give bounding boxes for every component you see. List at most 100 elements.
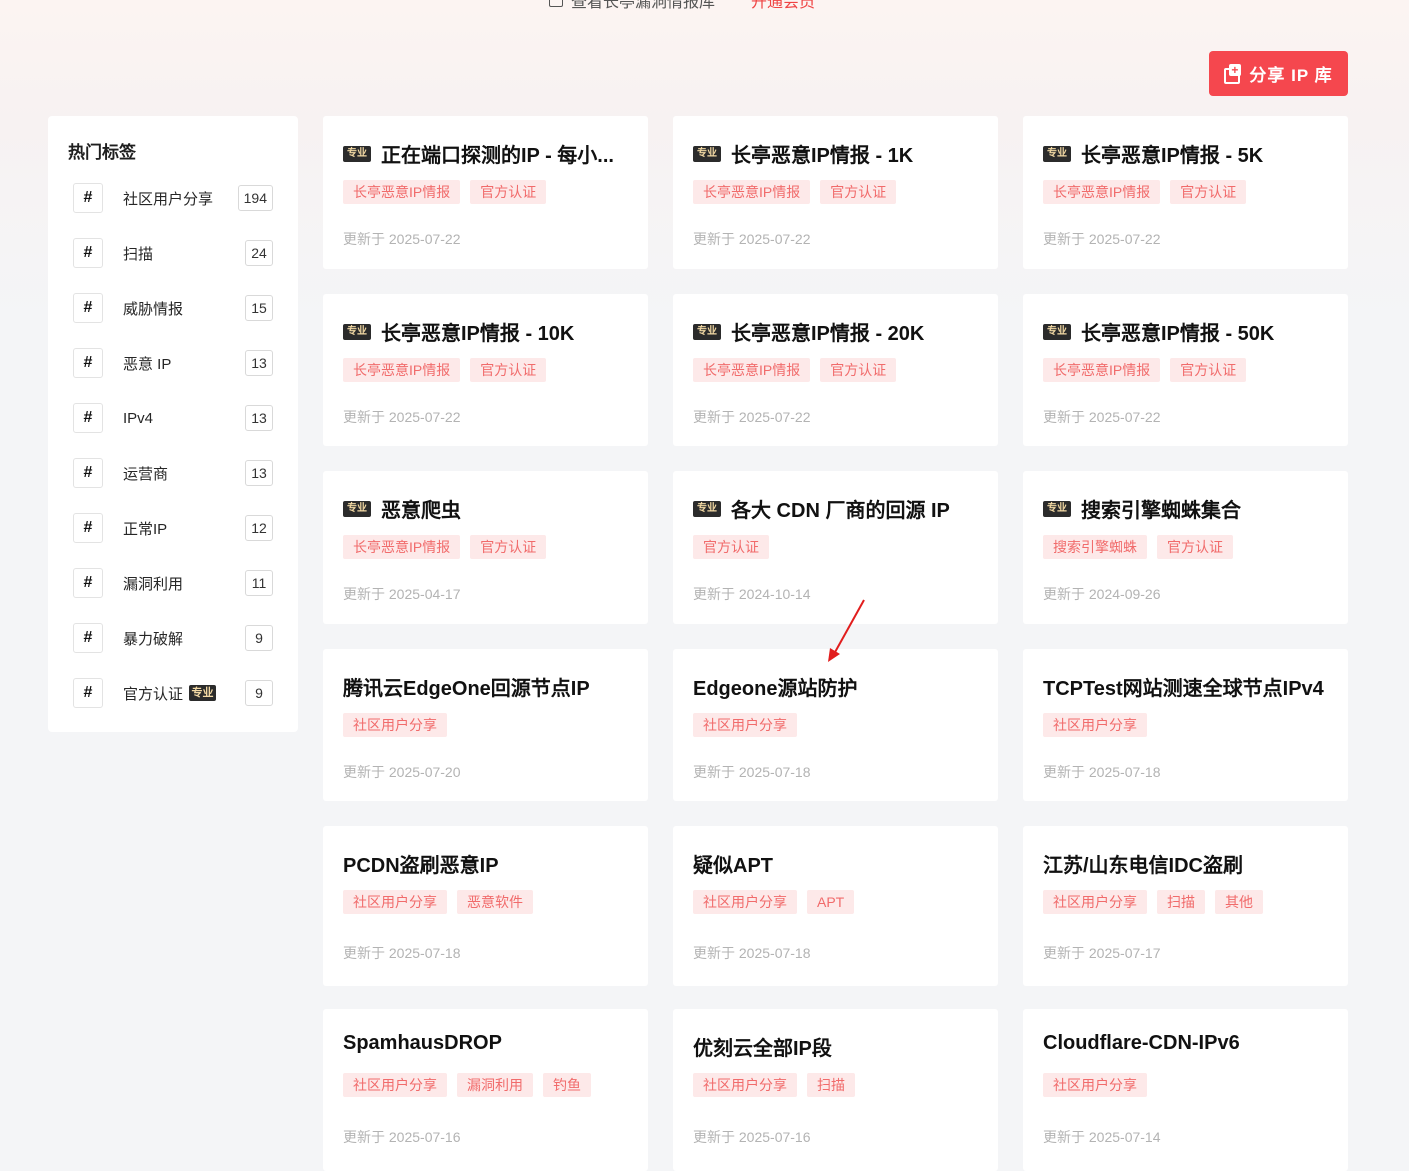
- card-tag[interactable]: 官方认证: [1170, 358, 1247, 382]
- card-title-text: Edgeone源站防护: [693, 678, 858, 700]
- card-tag[interactable]: 官方认证: [470, 180, 547, 204]
- card-title: TCPTest网站测速全球节点IPv4: [1043, 672, 1328, 701]
- ip-library-card[interactable]: PCDN盗刷恶意IP 社区用户分享 恶意软件 更新于 2025-07-18: [323, 826, 648, 986]
- vip-link[interactable]: 开通会员: [751, 0, 815, 12]
- card-tag[interactable]: 官方认证: [693, 535, 769, 559]
- card-tag[interactable]: 社区用户分享: [1043, 713, 1147, 737]
- card-tags: 社区用户分享 APT: [693, 890, 855, 914]
- ip-library-card[interactable]: 专业 长亭恶意IP情报 - 1K 长亭恶意IP情报 官方认证 更新于 2025-07-2…: [673, 116, 998, 269]
- ip-library-card[interactable]: Cloudflare-CDN-IPv6 社区用户分享 更新于 2025-07-14: [1023, 1009, 1348, 1171]
- card-tag[interactable]: 搜索引擎蜘蛛: [1043, 535, 1147, 559]
- card-title: PCDN盗刷恶意IP: [343, 849, 628, 878]
- card-tag[interactable]: 长亭恶意IP情报: [1043, 180, 1161, 204]
- ip-library-card[interactable]: 腾讯云EdgeOne回源节点IP 社区用户分享 更新于 2025-07-20: [323, 649, 648, 801]
- ip-library-card[interactable]: 专业 长亭恶意IP情报 - 20K 长亭恶意IP情报 官方认证 更新于 2025-07-…: [673, 294, 998, 446]
- card-updated-date: 更新于 2025-07-20: [343, 764, 461, 780]
- sidebar-tag-item[interactable]: # 社区用户分享 194: [73, 183, 273, 213]
- sidebar-tag-item[interactable]: # 威胁情报 15: [73, 293, 273, 323]
- card-tag[interactable]: 社区用户分享: [343, 890, 447, 914]
- sidebar-tag-item[interactable]: # 扫描 24: [73, 238, 273, 268]
- card-tag[interactable]: 长亭恶意IP情报: [343, 358, 461, 382]
- pro-badge: 专业: [189, 685, 217, 701]
- card-title: 疑似APT: [693, 849, 978, 878]
- card-title: 专业 正在端口探测的IP - 每小...: [343, 139, 628, 168]
- hash-icon: #: [73, 183, 103, 213]
- ip-library-card[interactable]: 专业 长亭恶意IP情报 - 10K 长亭恶意IP情报 官方认证 更新于 2025-07-…: [323, 294, 648, 446]
- card-tag[interactable]: 恶意软件: [457, 890, 533, 914]
- card-tag[interactable]: 社区用户分享: [343, 713, 447, 737]
- sidebar-tag-label: 正常IP: [123, 520, 168, 538]
- hash-icon: #: [73, 293, 103, 323]
- sidebar-tag-label-wrap: IPv4: [123, 410, 153, 427]
- card-title-text: 长亭恶意IP情报 - 50K: [1081, 323, 1275, 345]
- ip-library-card[interactable]: 专业 恶意爬虫长亭恶意IP情报 官方认证更新于 2025-04-17: [323, 471, 648, 624]
- card-tag[interactable]: 官方认证: [470, 358, 547, 382]
- ip-library-card[interactable]: 专业 搜索引擎蜘蛛集合 搜索引擎蜘蛛 官方认证 更新于 2024-09-26: [1023, 471, 1348, 624]
- card-tag[interactable]: 长亭恶意IP情报: [693, 180, 811, 204]
- card-tag[interactable]: 官方认证: [1157, 535, 1233, 559]
- sidebar-tag-item[interactable]: # 官方认证 专业 9: [73, 678, 273, 708]
- card-tag[interactable]: 长亭恶意IP情报: [343, 180, 461, 204]
- hash-icon: #: [73, 678, 103, 708]
- sidebar-tag-item[interactable]: # 恶意 IP 13: [73, 348, 273, 378]
- card-tag[interactable]: 其他: [1215, 890, 1263, 914]
- card-tag[interactable]: 长亭恶意IP情报: [343, 535, 461, 559]
- sidebar-tag-label: 官方认证: [123, 685, 184, 703]
- card-tag[interactable]: 扫描: [807, 1073, 855, 1097]
- ip-library-card[interactable]: 江苏/山东电信IDC盗刷 社区用户分享 扫描 其他 更新于 2025-07-17: [1023, 826, 1348, 986]
- sidebar-tag-item[interactable]: # 运营商 13: [73, 458, 273, 488]
- card-tags: 社区用户分享: [693, 713, 797, 737]
- ip-library-card[interactable]: TCPTest网站测速全球节点IPv4 社区用户分享 更新于 2025-07-18: [1023, 649, 1348, 801]
- card-tag[interactable]: 社区用户分享: [343, 1073, 447, 1097]
- sidebar-tag-count: 13: [245, 350, 273, 376]
- hash-icon: #: [73, 238, 103, 268]
- sidebar-tag-count: 194: [237, 185, 273, 211]
- sidebar-tag-item[interactable]: # 正常IP 12: [73, 513, 273, 543]
- card-tag[interactable]: 社区用户分享: [693, 1073, 797, 1097]
- card-title-text: 长亭恶意IP情报 - 5K: [1081, 145, 1264, 167]
- ip-library-card[interactable]: 疑似APT 社区用户分享 APT 更新于 2025-07-18: [673, 826, 998, 986]
- card-tags: 社区用户分享 扫描: [693, 1073, 855, 1097]
- card-tag[interactable]: 长亭恶意IP情报: [693, 358, 811, 382]
- pro-badge: 专业: [1043, 145, 1071, 162]
- sidebar-tag-item[interactable]: # 暴力破解 9: [73, 623, 273, 653]
- card-tag[interactable]: 社区用户分享: [693, 713, 797, 737]
- card-title: 专业 恶意爬虫: [343, 494, 628, 523]
- pro-badge: 专业: [693, 145, 721, 162]
- card-updated-date: 更新于 2025-07-22: [1043, 409, 1161, 425]
- card-tag[interactable]: 社区用户分享: [693, 890, 797, 914]
- ip-library-card[interactable]: 优刻云全部IP段 社区用户分享 扫描 更新于 2025-07-16: [673, 1009, 998, 1171]
- card-tag[interactable]: 扫描: [1157, 890, 1205, 914]
- ip-library-card[interactable]: 专业 长亭恶意IP情报 - 50K 长亭恶意IP情报 官方认证 更新于 2025-07-…: [1023, 294, 1348, 446]
- pro-badge: 专业: [693, 500, 721, 517]
- card-tag[interactable]: APT: [807, 890, 855, 914]
- share-ip-library-button[interactable]: 分享 IP 库: [1209, 51, 1348, 96]
- ip-library-card[interactable]: SpamhausDROP 社区用户分享 漏洞利用 钓鱼 更新于 2025-07-16: [323, 1009, 648, 1171]
- sidebar-tag-label: 暴力破解: [123, 630, 184, 648]
- hash-icon: #: [73, 403, 103, 433]
- sidebar-tag-item[interactable]: # IPv4 13: [73, 403, 273, 433]
- ip-library-card[interactable]: 专业 长亭恶意IP情报 - 5K 长亭恶意IP情报 官方认证更新于 2025-07-2…: [1023, 116, 1348, 269]
- hash-icon: #: [73, 348, 103, 378]
- card-tag[interactable]: 钓鱼: [543, 1073, 591, 1097]
- ip-library-card[interactable]: Edgeone源站防护 社区用户分享 更新于 2025-07-18: [673, 649, 998, 801]
- card-tag[interactable]: 社区用户分享: [1043, 1073, 1147, 1097]
- hash-icon: #: [73, 513, 103, 543]
- card-tags: 社区用户分享 漏洞利用 钓鱼: [343, 1073, 591, 1097]
- ip-library-card[interactable]: 专业 正在端口探测的IP - 每小... 长亭恶意IP情报 官方认证 更新于 2025-…: [323, 116, 648, 269]
- card-updated-date: 更新于 2025-07-22: [1043, 231, 1161, 247]
- card-tag[interactable]: 官方认证: [820, 180, 897, 204]
- card-updated-date: 更新于 2025-07-16: [343, 1129, 461, 1145]
- card-tag[interactable]: 官方认证: [470, 535, 547, 559]
- card-tag[interactable]: 官方认证: [1170, 180, 1247, 204]
- card-tag[interactable]: 官方认证: [820, 358, 897, 382]
- card-tag[interactable]: 漏洞利用: [457, 1073, 533, 1097]
- card-tag[interactable]: 长亭恶意IP情报: [1043, 358, 1161, 382]
- ip-library-card[interactable]: 专业 各大 CDN 厂商的回源 IP 官方认证 更新于 2024-10-14: [673, 471, 998, 624]
- vuln-db-link[interactable]: 查看长亭漏洞情报库: [549, 0, 715, 12]
- sidebar-tag-label-wrap: 运营商: [123, 463, 168, 484]
- sidebar-tag-item[interactable]: # 漏洞利用 11: [73, 568, 273, 598]
- card-tag[interactable]: 社区用户分享: [1043, 890, 1147, 914]
- hash-icon: #: [73, 623, 103, 653]
- card-updated-date: 更新于 2025-04-17: [343, 586, 461, 602]
